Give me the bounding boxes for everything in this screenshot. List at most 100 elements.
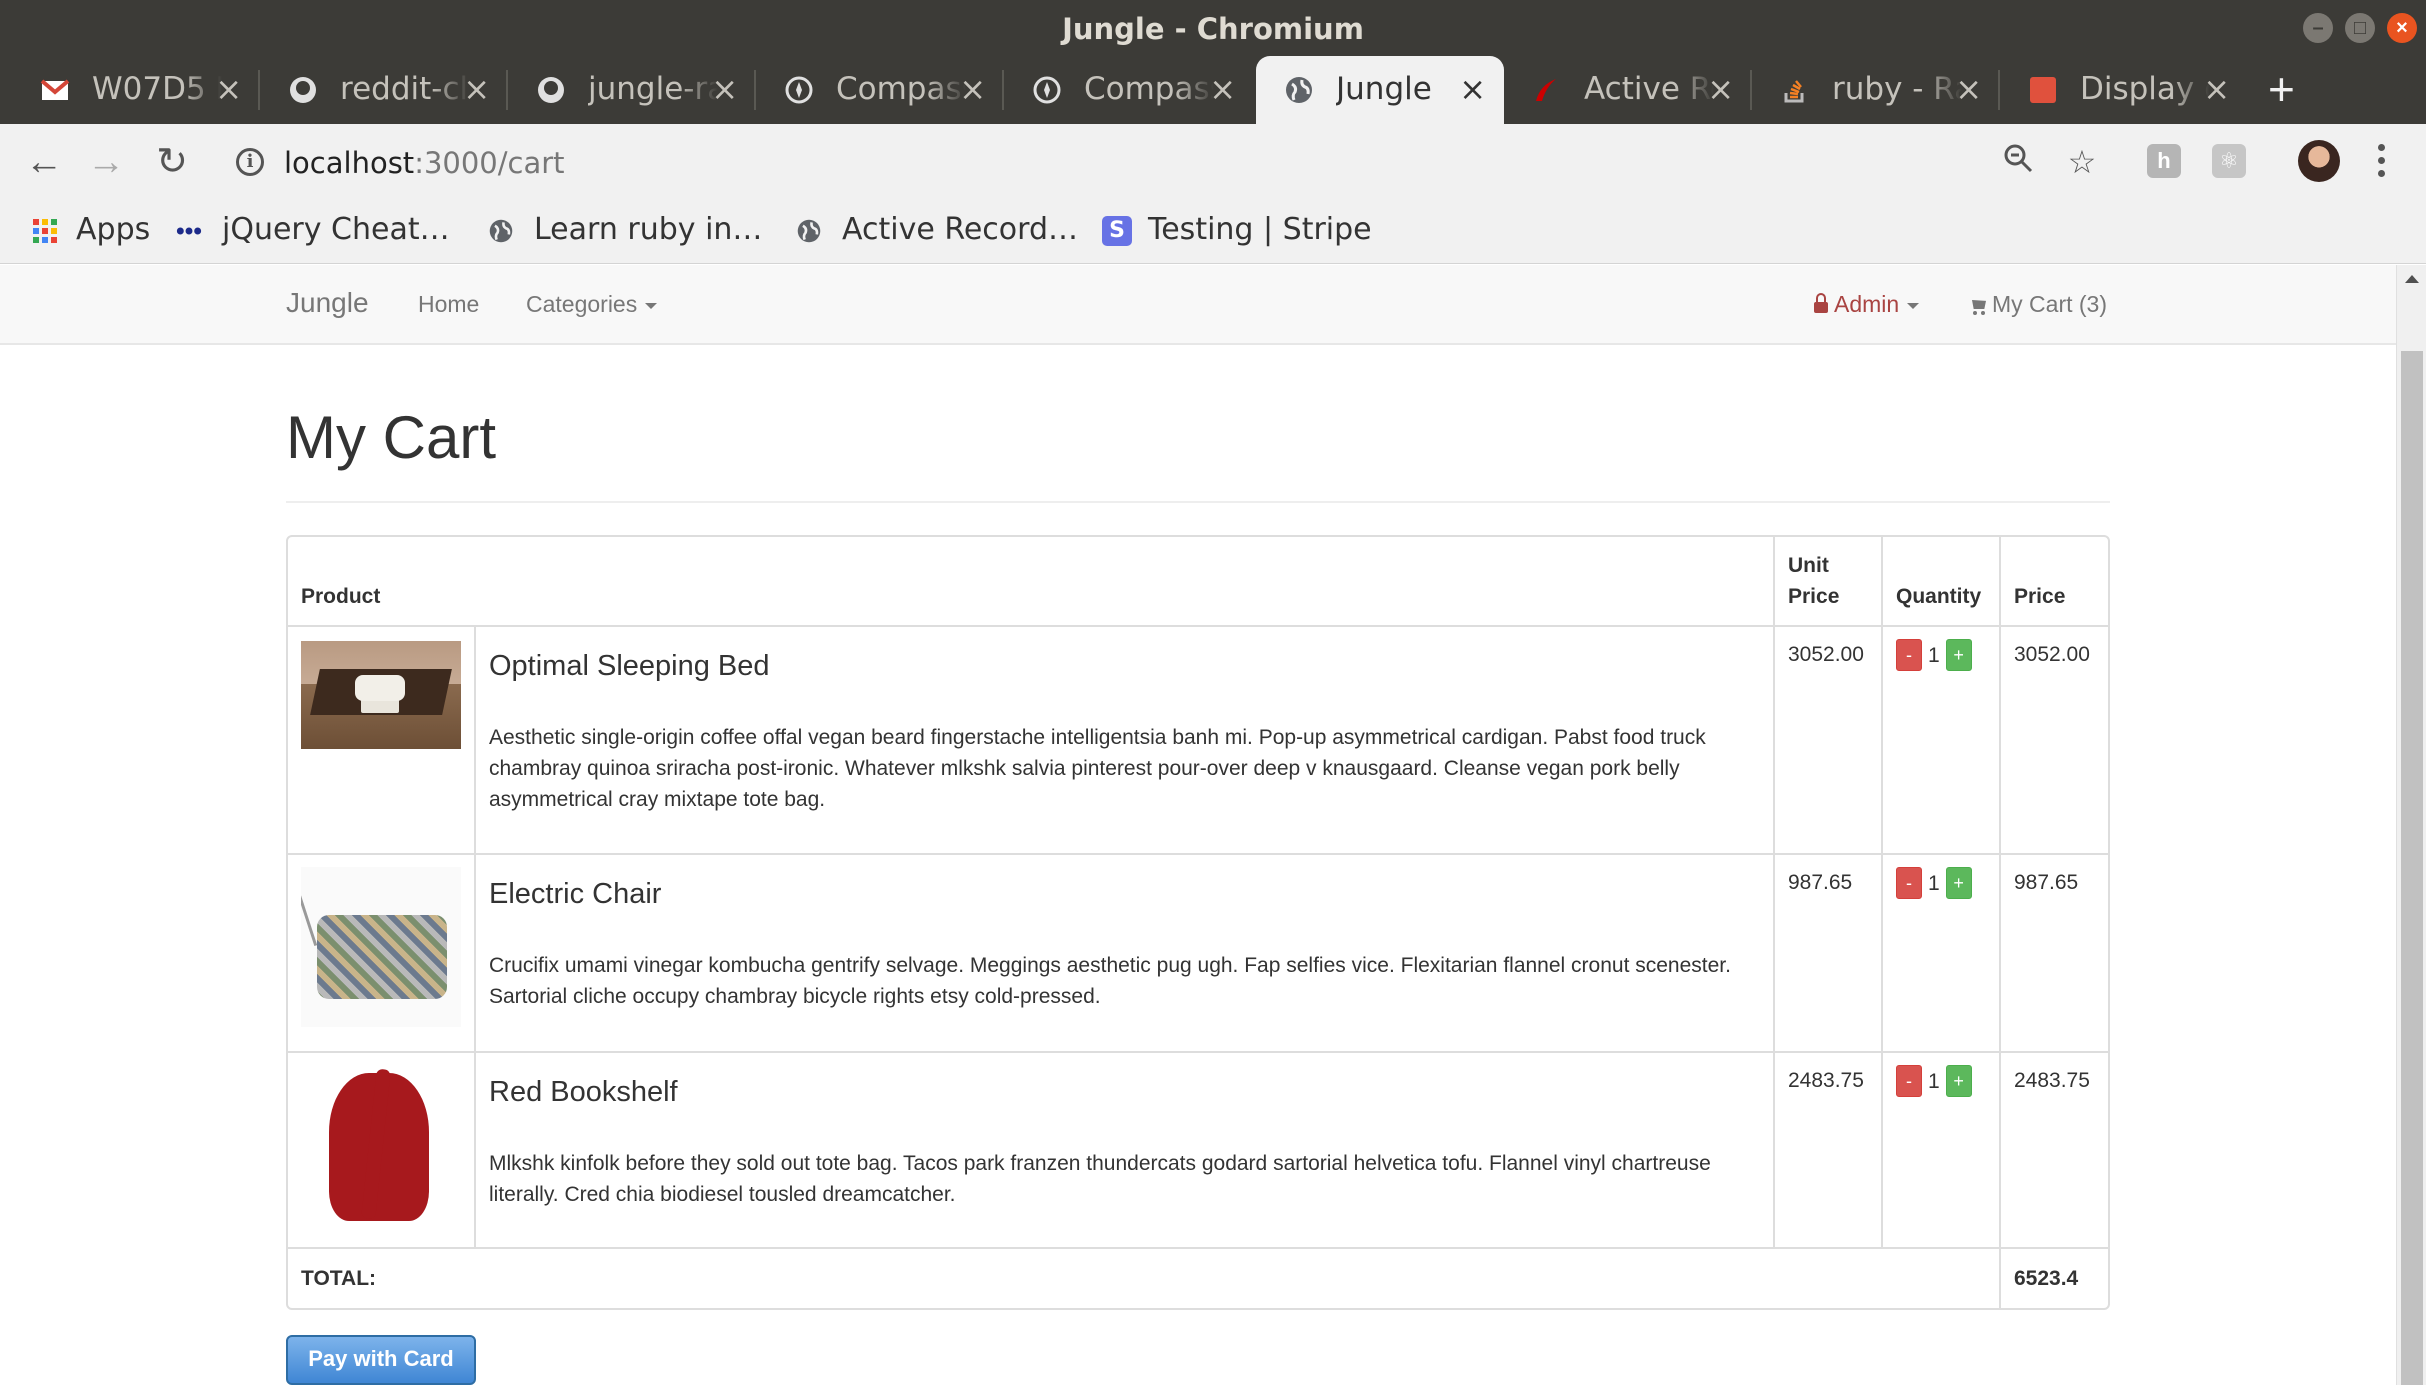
globe-icon	[797, 219, 821, 243]
site-info-icon[interactable]: i	[236, 148, 264, 176]
nav-categories-dropdown[interactable]: Categories	[526, 291, 658, 318]
unit-price: 3052.00	[1773, 625, 1882, 854]
window-title-bar: Jungle - Chromium – □ ×	[0, 0, 2426, 56]
extension-react-icon[interactable]: ⚛	[2212, 144, 2246, 178]
bookmarks-bar: Apps jQuery Cheat… Learn ruby in… Active…	[0, 200, 2426, 264]
header-price: Price	[1999, 537, 2108, 627]
tab-gmail[interactable]: W07D5 Lecture ×	[12, 56, 260, 124]
window-title: Jungle - Chromium	[1062, 12, 1364, 46]
decrease-quantity-button[interactable]: -	[1896, 639, 1922, 672]
tab-display-cart[interactable]: Display cart ×	[2000, 56, 2248, 124]
stripe-icon: S	[1102, 216, 1132, 246]
navbar-brand[interactable]: Jungle	[286, 287, 369, 319]
tab-compass-2[interactable]: Compass ×	[1004, 56, 1254, 124]
total-row: TOTAL: 6523.4	[288, 1247, 2108, 1308]
tab-reddit-clone[interactable]: reddit-clone ×	[260, 56, 508, 124]
quantity-value: 1	[1928, 1069, 1940, 1093]
extension-h-icon[interactable]: h	[2147, 144, 2181, 178]
url-path: :3000/cart	[414, 146, 565, 180]
table-header-row: Product Unit Price Quantity Price	[288, 537, 2108, 627]
decrease-quantity-button[interactable]: -	[1896, 1065, 1922, 1098]
page-title: My Cart	[286, 404, 496, 471]
rails-icon	[1536, 79, 1556, 101]
bookmark-star-icon[interactable]: ☆	[2062, 142, 2102, 182]
product-description: Aesthetic single-origin coffee offal veg…	[489, 726, 1706, 811]
menu-icon[interactable]	[2374, 140, 2388, 184]
tab-label: Compass	[836, 71, 966, 107]
product-image-cell	[288, 1051, 475, 1248]
url-text[interactable]: localhost:3000/cart	[284, 146, 565, 180]
nav-my-cart[interactable]: My Cart (3)	[1970, 291, 2107, 318]
forward-icon[interactable]: →	[84, 140, 128, 184]
table-row: Optimal Sleeping Bed Aesthetic single-or…	[288, 625, 2108, 854]
tab-jungle-rails[interactable]: jungle-rails ×	[508, 56, 756, 124]
product-name[interactable]: Optimal Sleeping Bed	[489, 651, 1760, 682]
product-image-bookshelf[interactable]	[301, 1065, 461, 1225]
total-value: 6523.4	[1999, 1247, 2108, 1308]
address-bar[interactable]: i localhost:3000/cart	[220, 136, 2100, 188]
maximize-button[interactable]: □	[2345, 13, 2375, 43]
close-icon[interactable]: ×	[2203, 70, 2230, 108]
header-unit-price: Unit Price	[1773, 537, 1882, 627]
tab-label: reddit-clone	[340, 71, 470, 107]
close-icon[interactable]: ×	[215, 70, 242, 108]
tab-active-record[interactable]: Active Record ×	[1504, 56, 1752, 124]
total-label: TOTAL:	[288, 1247, 2000, 1308]
minimize-button[interactable]: –	[2303, 13, 2333, 43]
back-icon[interactable]: ←	[22, 140, 66, 184]
increase-quantity-button[interactable]: +	[1945, 639, 1972, 672]
nav-home[interactable]: Home	[418, 291, 479, 318]
quantity-value: 1	[1928, 643, 1940, 667]
compass-icon	[1033, 76, 1061, 104]
header-product: Product	[288, 537, 1774, 627]
close-icon[interactable]: ×	[959, 70, 986, 108]
scroll-up-arrow-icon[interactable]	[2405, 275, 2419, 283]
tab-label: Compass	[1084, 71, 1214, 107]
tab-label: Display cart	[2080, 71, 2210, 107]
decrease-quantity-button[interactable]: -	[1896, 867, 1922, 900]
zoom-icon[interactable]	[1998, 142, 2038, 182]
product-cell: Red Bookshelf Mlkshk kinfolk before they…	[474, 1051, 1774, 1248]
apps-grid-icon	[32, 218, 58, 244]
bookmark-label: Apps	[76, 212, 151, 247]
page-scrollbar[interactable]	[2396, 265, 2426, 1385]
quantity-stepper: -1 +	[1881, 625, 2000, 854]
url-host: localhost	[284, 146, 415, 180]
pay-with-card-button[interactable]: Pay with Card	[286, 1335, 476, 1385]
product-name[interactable]: Red Bookshelf	[489, 1077, 1760, 1108]
quantity-value: 1	[1928, 871, 1940, 895]
close-icon[interactable]: ×	[711, 70, 738, 108]
bookmark-label: Active Record…	[842, 212, 1078, 247]
tab-jungle[interactable]: Jungle ×	[1256, 56, 1504, 124]
close-icon[interactable]: ×	[1209, 70, 1236, 108]
globe-icon	[489, 219, 513, 243]
nav-admin-dropdown[interactable]: Admin	[1814, 291, 1920, 318]
table-row: Electric Chair Crucifix umami vinegar ko…	[288, 853, 2108, 1052]
red-square-icon	[2030, 77, 2056, 103]
compass-icon	[785, 76, 813, 104]
nav-cart-label: My Cart (3)	[1992, 291, 2107, 317]
close-icon[interactable]: ×	[1459, 70, 1486, 108]
browser-toolbar: ← → ↻ i localhost:3000/cart ☆ h ⚛	[0, 124, 2426, 200]
caret-down-icon	[1907, 302, 1920, 309]
tab-label: W07D5 Lecture	[92, 71, 222, 107]
product-cell: Electric Chair Crucifix umami vinegar ko…	[474, 853, 1774, 1052]
jquery-icon	[176, 227, 202, 235]
reload-icon[interactable]: ↻	[150, 140, 194, 184]
close-icon[interactable]: ×	[1707, 70, 1734, 108]
tab-label: Active Record	[1584, 71, 1714, 107]
tab-compass-1[interactable]: Compass ×	[756, 56, 1004, 124]
scrollbar-thumb[interactable]	[2401, 351, 2423, 1385]
product-image-chair[interactable]	[301, 867, 461, 1027]
product-image-bed[interactable]	[301, 641, 461, 749]
increase-quantity-button[interactable]: +	[1945, 1065, 1972, 1098]
profile-avatar[interactable]	[2298, 140, 2340, 182]
close-window-button[interactable]: ×	[2387, 13, 2417, 43]
new-tab-button[interactable]: +	[2268, 64, 2295, 114]
close-icon[interactable]: ×	[1955, 70, 1982, 108]
product-image-cell	[288, 625, 475, 854]
product-name[interactable]: Electric Chair	[489, 879, 1760, 910]
increase-quantity-button[interactable]: +	[1945, 867, 1972, 900]
close-icon[interactable]: ×	[463, 70, 490, 108]
tab-ruby-rails[interactable]: ruby - Rails ×	[1752, 56, 2000, 124]
